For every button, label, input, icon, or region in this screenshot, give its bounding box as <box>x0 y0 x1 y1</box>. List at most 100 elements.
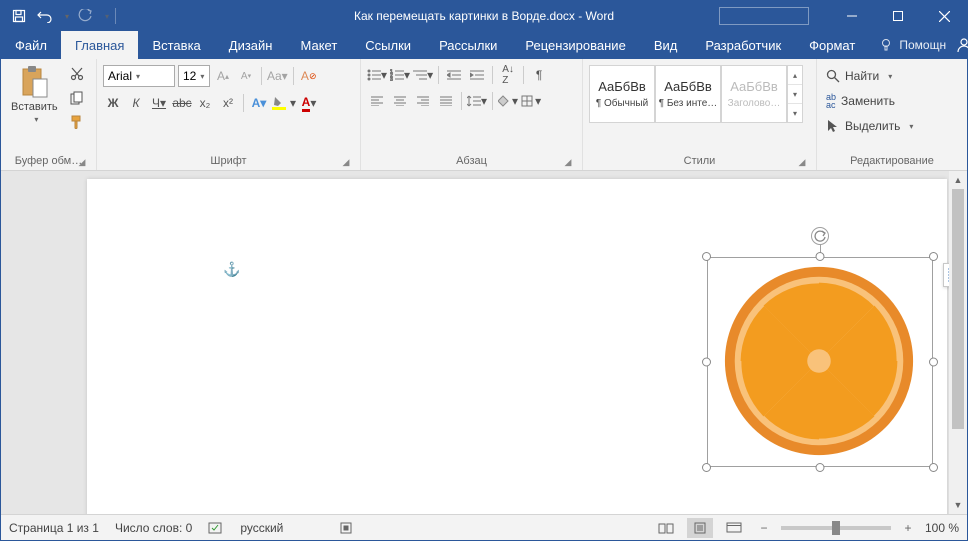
style-normal[interactable]: АаБбВв ¶ Обычный <box>589 65 655 123</box>
image-selection[interactable] <box>707 257 933 467</box>
scroll-up-icon[interactable]: ▲ <box>949 171 967 189</box>
tab-review[interactable]: Рецензирование <box>511 31 639 59</box>
scroll-down-icon[interactable]: ▼ <box>949 496 967 514</box>
view-print-icon[interactable] <box>687 518 713 538</box>
style-no-spacing[interactable]: АаБбВв ¶ Без инте… <box>655 65 721 123</box>
minimize-button[interactable] <box>829 1 875 31</box>
zoom-value[interactable]: 100 % <box>925 521 959 535</box>
strike-button[interactable]: abc <box>172 93 192 113</box>
group-editing-label: Редактирование <box>850 155 934 167</box>
gallery-row-down-icon[interactable]: ▾ <box>788 85 802 104</box>
rotate-handle[interactable] <box>811 227 829 245</box>
align-right-icon[interactable] <box>413 91 433 111</box>
bullets-icon[interactable]: ▾ <box>367 65 387 85</box>
tab-layout[interactable]: Макет <box>286 31 351 59</box>
scroll-thumb[interactable] <box>952 189 964 429</box>
handle-tl[interactable] <box>702 252 711 261</box>
superscript-button[interactable]: x² <box>218 93 238 113</box>
shrink-font-icon[interactable]: A▾ <box>236 66 256 86</box>
handle-b[interactable] <box>816 463 825 472</box>
grow-font-icon[interactable]: A▴ <box>213 66 233 86</box>
zoom-in-button[interactable]: + <box>899 521 917 535</box>
vertical-scrollbar[interactable]: ▲ ▼ <box>949 171 967 514</box>
align-center-icon[interactable] <box>390 91 410 111</box>
save-icon[interactable] <box>9 6 29 26</box>
tab-developer[interactable]: Разработчик <box>691 31 795 59</box>
redo-icon[interactable] <box>75 6 95 26</box>
undo-dropdown-icon[interactable]: ▾ <box>65 12 69 21</box>
decrease-indent-icon[interactable] <box>444 65 464 85</box>
tab-format[interactable]: Формат <box>795 31 869 59</box>
multilevel-icon[interactable]: ▾ <box>413 65 433 85</box>
highlight-icon[interactable]: ▾ <box>272 93 296 113</box>
styles-launcher-icon[interactable]: ◢ <box>796 156 808 168</box>
style-heading1[interactable]: АаБбВв Заголово… <box>721 65 787 123</box>
tell-me[interactable]: Помощн <box>869 31 956 59</box>
handle-bl[interactable] <box>702 463 711 472</box>
paragraph-launcher-icon[interactable]: ◢ <box>562 156 574 168</box>
font-launcher-icon[interactable]: ◢ <box>340 156 352 168</box>
font-name-select[interactable]: Arial▾ <box>103 65 175 87</box>
tab-mailings[interactable]: Рассылки <box>425 31 511 59</box>
tab-home[interactable]: Главная <box>61 31 138 59</box>
align-left-icon[interactable] <box>367 91 387 111</box>
select-button[interactable]: Выделить▾ <box>823 115 916 137</box>
change-case-icon[interactable]: Aa▾ <box>267 66 288 86</box>
tab-design[interactable]: Дизайн <box>215 31 287 59</box>
zoom-out-button[interactable]: − <box>755 521 773 535</box>
orange-image[interactable] <box>721 263 917 459</box>
font-size-select[interactable]: 12▾ <box>178 65 210 87</box>
status-page[interactable]: Страница 1 из 1 <box>9 521 99 535</box>
handle-l[interactable] <box>702 358 711 367</box>
underline-button[interactable]: Ч ▾ <box>149 93 169 113</box>
zoom-thumb[interactable] <box>832 521 840 535</box>
clear-format-icon[interactable]: A⊘ <box>299 66 319 86</box>
format-painter-icon[interactable] <box>66 111 88 133</box>
tab-references[interactable]: Ссылки <box>351 31 425 59</box>
subscript-button[interactable]: x₂ <box>195 93 215 113</box>
justify-icon[interactable] <box>436 91 456 111</box>
macro-icon[interactable] <box>339 521 353 535</box>
shading-icon[interactable]: ▾ <box>498 91 518 111</box>
handle-tr[interactable] <box>929 252 938 261</box>
text-effects-icon[interactable]: A▾ <box>249 93 269 113</box>
qat-customize-icon[interactable]: ▾ <box>105 12 109 21</box>
account-icon[interactable] <box>956 31 968 59</box>
handle-r[interactable] <box>929 358 938 367</box>
zoom-slider[interactable] <box>781 526 891 530</box>
italic-button[interactable]: К <box>126 93 146 113</box>
tab-file[interactable]: Файл <box>1 31 61 59</box>
view-read-icon[interactable] <box>653 518 679 538</box>
show-marks-icon[interactable]: ¶ <box>529 65 549 85</box>
tab-view[interactable]: Вид <box>640 31 692 59</box>
clipboard-launcher-icon[interactable]: ◢ <box>76 156 88 168</box>
proofing-icon[interactable] <box>208 521 224 535</box>
status-language[interactable]: русский <box>240 521 283 535</box>
sort-icon[interactable]: A↓Z <box>498 65 518 85</box>
paste-button[interactable]: Вставить ▾ <box>7 63 62 126</box>
gallery-row-up-icon[interactable]: ▴ <box>788 66 802 85</box>
handle-t[interactable] <box>816 252 825 261</box>
tab-insert[interactable]: Вставка <box>138 31 214 59</box>
numbering-icon[interactable]: 123▾ <box>390 65 410 85</box>
undo-icon[interactable] <box>35 6 55 26</box>
document-area[interactable]: ⚓ <box>1 171 967 514</box>
borders-icon[interactable]: ▾ <box>521 91 541 111</box>
replace-button[interactable]: abac Заменить <box>823 90 916 112</box>
increase-indent-icon[interactable] <box>467 65 487 85</box>
font-color-icon[interactable]: A▾ <box>299 93 319 113</box>
line-spacing-icon[interactable]: ▾ <box>467 91 487 111</box>
view-web-icon[interactable] <box>721 518 747 538</box>
maximize-button[interactable] <box>875 1 921 31</box>
gallery-expand-icon[interactable]: ▾ <box>788 104 802 122</box>
group-paragraph: ▾ 123▾ ▾ A↓Z ¶ ▾ <box>361 59 583 170</box>
find-button[interactable]: Найти▾ <box>823 65 916 87</box>
group-clipboard-label: Буфер обм… <box>15 155 82 167</box>
page[interactable]: ⚓ <box>87 179 947 514</box>
cut-icon[interactable] <box>66 63 88 85</box>
status-words[interactable]: Число слов: 0 <box>115 521 192 535</box>
bold-button[interactable]: Ж <box>103 93 123 113</box>
close-button[interactable] <box>921 1 967 31</box>
copy-icon[interactable] <box>66 87 88 109</box>
handle-br[interactable] <box>929 463 938 472</box>
